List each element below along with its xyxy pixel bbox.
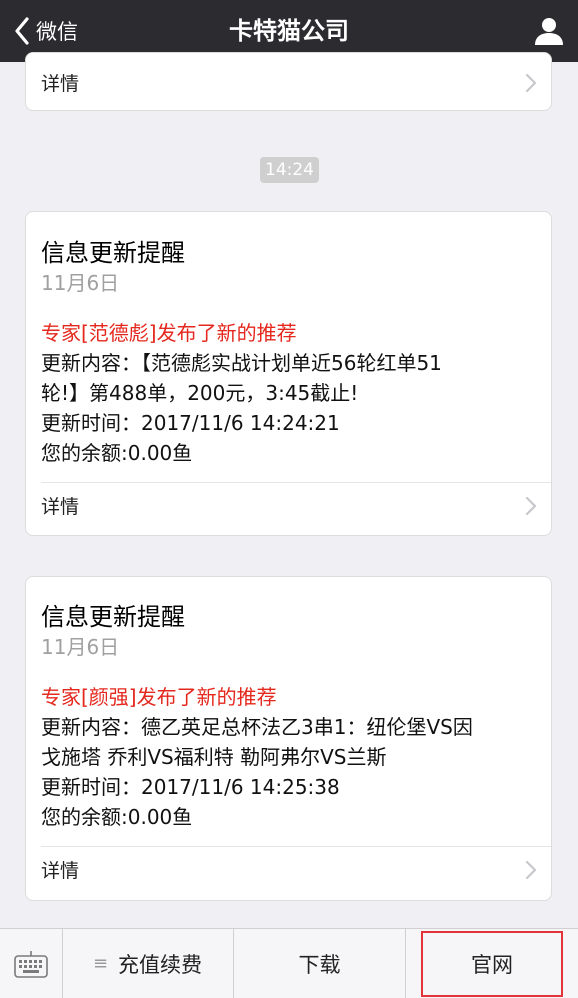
detail-label: 详情 [41, 73, 80, 95]
message-card: 信息更新提醒 11月6日 专家[颜强]发布了新的推荐 更新内容：德乙英足总杯法乙… [25, 576, 552, 901]
message-line: 轮!】第488单，200元，3:45截止! [41, 381, 359, 405]
message-line: 您的余额:0.00鱼 [41, 805, 193, 829]
message-date: 11月6日 [41, 271, 120, 295]
message-card-partial: 详情 [25, 52, 552, 111]
message-line: 更新时间：2017/11/6 14:25:38 [41, 775, 340, 799]
keyboard-icon [14, 950, 48, 978]
chevron-right-icon [525, 860, 537, 880]
message-highlight: 专家[范德彪]发布了新的推荐 [41, 321, 297, 345]
message-card: 信息更新提醒 11月6日 专家[范德彪]发布了新的推荐 更新内容：【范德彪实战计… [25, 211, 552, 536]
timestamp-badge: 14:24 [260, 157, 319, 183]
menu-recharge[interactable]: ≡ 充值续费 [62, 929, 234, 998]
detail-row[interactable]: 详情 [26, 483, 551, 527]
person-icon [535, 18, 563, 45]
detail-row[interactable]: 详情 [26, 60, 551, 104]
menu-download[interactable]: 下载 [234, 929, 406, 998]
message-body: 专家[范德彪]发布了新的推荐 更新内容：【范德彪实战计划单近56轮红单51 轮!… [41, 318, 535, 468]
bottom-menu-bar: ≡ 充值续费 下载 官网 [0, 928, 578, 998]
menu-official-site[interactable]: 官网 [421, 931, 563, 997]
message-title: 信息更新提醒 [41, 239, 185, 267]
message-line: 更新内容：【范德彪实战计划单近56轮红单51 [41, 351, 442, 375]
menu-icon: ≡ [92, 953, 109, 974]
menu-label: 充值续费 [118, 952, 203, 977]
message-title: 信息更新提醒 [41, 603, 185, 631]
back-label: 微信 [36, 20, 78, 44]
message-line: 更新内容：德乙英足总杯法乙3串1：纽伦堡VS因 [41, 715, 473, 739]
detail-label: 详情 [41, 860, 80, 882]
message-line: 戈施塔 乔利VS福利特 勒阿弗尔VS兰斯 [41, 745, 387, 769]
message-line: 您的余额:0.00鱼 [41, 441, 193, 465]
menu-label: 下载 [298, 952, 341, 977]
profile-button[interactable] [532, 14, 566, 48]
detail-label: 详情 [41, 496, 80, 518]
chevron-right-icon [525, 73, 537, 93]
menu-label: 官网 [471, 953, 513, 977]
message-body: 专家[颜强]发布了新的推荐 更新内容：德乙英足总杯法乙3串1：纽伦堡VS因 戈施… [41, 682, 535, 832]
message-line: 更新时间：2017/11/6 14:24:21 [41, 411, 340, 435]
keyboard-toggle-button[interactable] [0, 929, 63, 998]
message-date: 11月6日 [41, 635, 120, 659]
detail-row[interactable]: 详情 [26, 847, 551, 891]
chevron-left-icon [15, 17, 29, 45]
message-highlight: 专家[颜强]发布了新的推荐 [41, 685, 277, 709]
chevron-right-icon [525, 496, 537, 516]
